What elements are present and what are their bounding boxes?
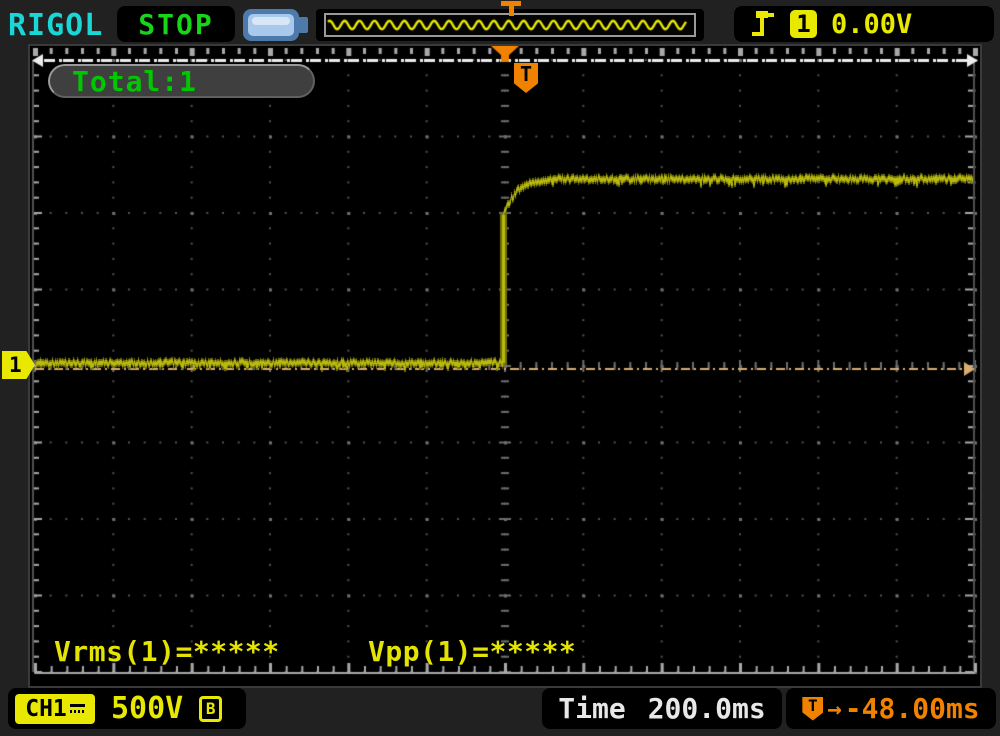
usb-icon-shine — [252, 17, 290, 25]
run-state-badge: STOP — [117, 6, 235, 42]
trigger-t-stem — [509, 6, 514, 16]
vertical-scale-value: 500V — [111, 691, 183, 726]
channel-1-label: CH1 — [25, 696, 67, 722]
trigger-settings-badge: 1 0.00V — [734, 6, 994, 42]
trigger-offset-t-icon: T — [802, 697, 823, 721]
timebase-value: 200.0ms — [648, 692, 766, 725]
usb-storage-icon — [243, 9, 309, 41]
trigger-source-channel-box: 1 — [790, 10, 817, 38]
trigger-position-marker-topbar — [501, 1, 521, 16]
trigger-offset-value: -48.00ms — [845, 692, 980, 725]
bandwidth-limit-icon: B — [199, 696, 222, 722]
usb-icon-nub — [298, 17, 308, 33]
channel-1-badge: CH1 — [15, 694, 95, 724]
scope-display: Total:1 T Vrms(1)=***** Vpp(1)=***** — [30, 46, 980, 686]
timebase-label: Time — [558, 692, 625, 725]
acquisition-counter-text: Total:1 — [72, 65, 197, 98]
preview-sine-wave — [326, 15, 688, 35]
measurement-vrms: Vrms(1)=***** — [54, 635, 280, 668]
trigger-level-value: 0.00V — [831, 9, 912, 40]
run-state-label: STOP — [138, 8, 213, 41]
trigger-offset-badge: T → -48.00ms — [786, 688, 996, 729]
channel-status-group: CH1 500V B — [8, 688, 246, 729]
rising-edge-trigger-icon — [752, 11, 776, 38]
brand-logo: RIGOL — [8, 8, 103, 43]
acquisition-counter-badge: Total:1 — [48, 64, 315, 98]
dc-coupling-icon — [70, 702, 85, 716]
scope-graticule-canvas — [30, 46, 980, 686]
timebase-badge: Time 200.0ms — [542, 688, 782, 729]
waveform-preview-window — [324, 13, 696, 37]
measurement-vpp: Vpp(1)=***** — [368, 635, 576, 668]
trigger-offset-arrow: → — [827, 695, 841, 723]
